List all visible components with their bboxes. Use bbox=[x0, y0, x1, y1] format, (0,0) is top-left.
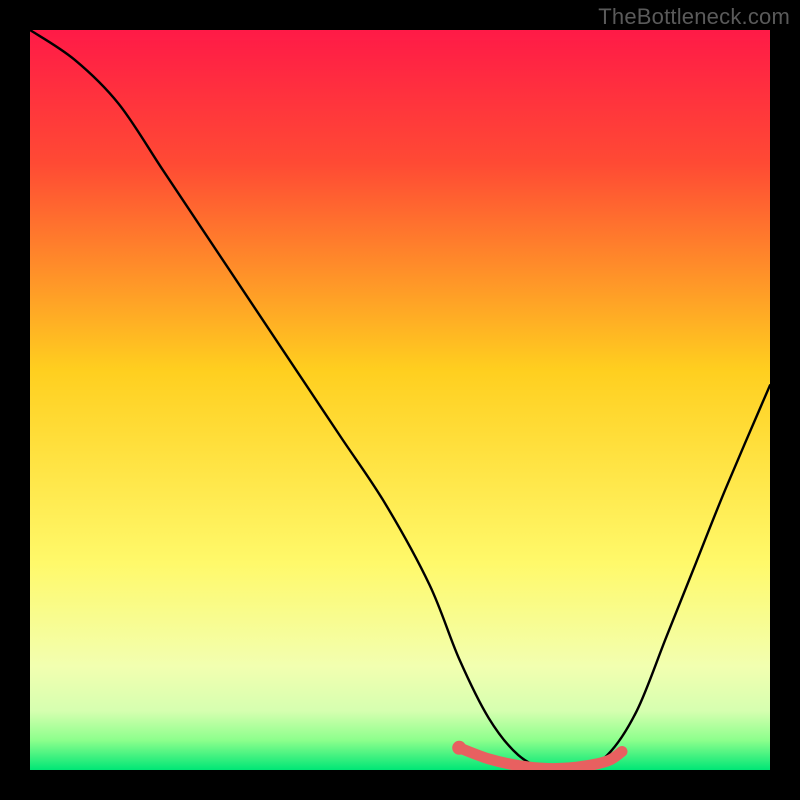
plot-area bbox=[30, 30, 770, 770]
chart-frame: TheBottleneck.com bbox=[0, 0, 800, 800]
watermark-text: TheBottleneck.com bbox=[598, 4, 790, 30]
highlight-lead-dot bbox=[452, 741, 466, 755]
chart-svg bbox=[30, 30, 770, 770]
